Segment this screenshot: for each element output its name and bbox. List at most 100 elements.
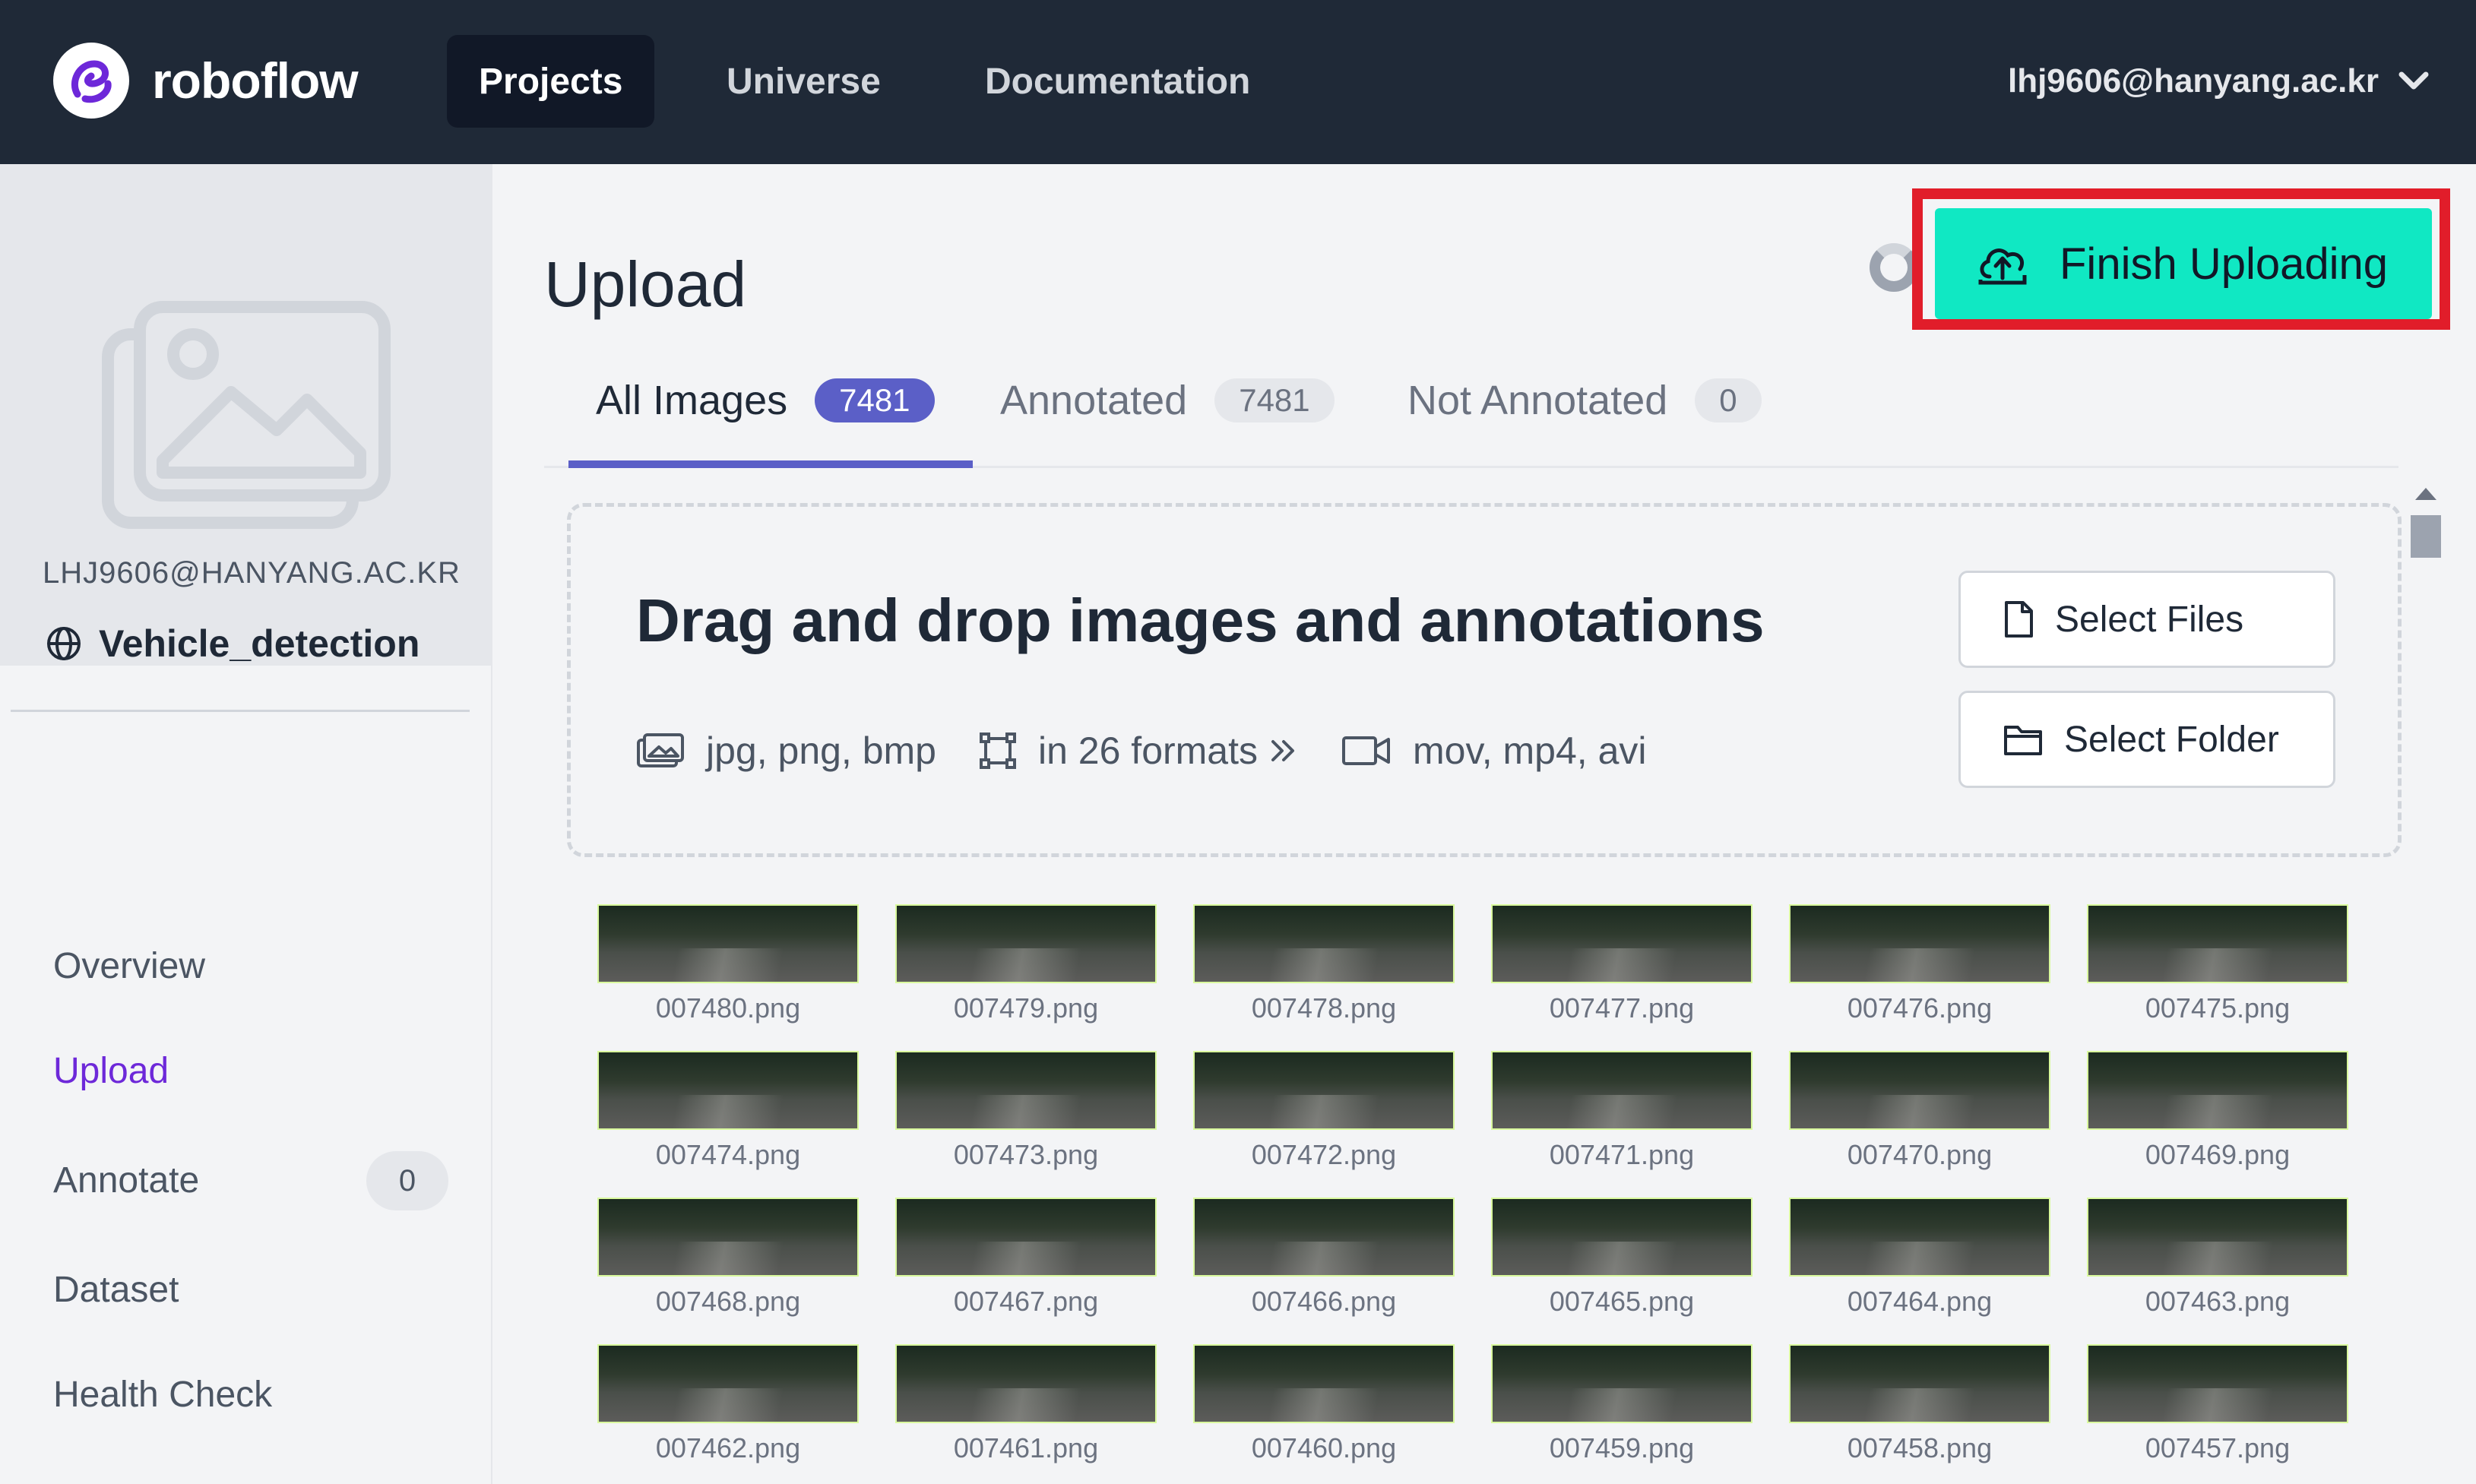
- nav-projects[interactable]: Projects: [447, 35, 655, 128]
- select-files-button[interactable]: Select Files: [1958, 571, 2335, 668]
- brand-name: roboflow: [152, 52, 359, 109]
- image-thumbnail[interactable]: [2087, 1344, 2348, 1423]
- tab-all-images[interactable]: All Images 7481: [596, 377, 935, 424]
- image-thumbnail[interactable]: [1491, 1051, 1753, 1130]
- scroll-thumb[interactable]: [2411, 515, 2441, 558]
- image-tile[interactable]: 007462.png: [597, 1344, 859, 1464]
- format-images-label: jpg, png, bmp: [706, 729, 936, 772]
- image-tile[interactable]: 007471.png: [1491, 1051, 1753, 1171]
- sidebar-item-dataset[interactable]: Dataset: [53, 1269, 179, 1311]
- image-filename: 007457.png: [2145, 1432, 2291, 1463]
- image-filename: 007470.png: [1847, 1139, 1993, 1170]
- image-thumbnail[interactable]: [1789, 904, 2050, 983]
- image-thumbnail[interactable]: [2087, 1198, 2348, 1277]
- project-name[interactable]: Vehicle_detection: [46, 622, 420, 666]
- format-annotations[interactable]: in 26 formats: [979, 729, 1299, 773]
- image-thumbnail[interactable]: [597, 1344, 859, 1423]
- image-tile[interactable]: 007472.png: [1193, 1051, 1455, 1171]
- image-tile[interactable]: 007475.png: [2087, 904, 2348, 1024]
- sidebar-item-annotate[interactable]: Annotate: [53, 1160, 199, 1201]
- format-video-label: mov, mp4, avi: [1413, 729, 1647, 772]
- nav-universe[interactable]: Universe: [727, 35, 881, 128]
- tab-label: Not Annotated: [1407, 378, 1668, 423]
- image-filename: 007460.png: [1251, 1432, 1397, 1463]
- select-files-label: Select Files: [2055, 599, 2244, 640]
- image-thumbnail[interactable]: [597, 904, 859, 983]
- image-thumbnail[interactable]: [895, 1344, 1157, 1423]
- annotate-count-badge: 0: [366, 1151, 448, 1210]
- workspace-name[interactable]: LHJ9606@HANYANG.AC.KR: [43, 556, 461, 590]
- image-tile[interactable]: 007465.png: [1491, 1198, 1753, 1318]
- image-thumbnail[interactable]: [1193, 1198, 1455, 1277]
- image-thumbnail[interactable]: [1193, 1344, 1455, 1423]
- roboflow-logo[interactable]: roboflow: [53, 43, 359, 119]
- supported-formats: jpg, png, bmp in 26 formats mov, mp4, av…: [636, 729, 1689, 773]
- image-thumbnail[interactable]: [1193, 904, 1455, 983]
- image-tile[interactable]: 007476.png: [1789, 904, 2050, 1024]
- image-tile[interactable]: 007477.png: [1491, 904, 1753, 1024]
- sidebar-item-upload[interactable]: Upload: [53, 1050, 169, 1092]
- upload-dropzone[interactable]: Drag and drop images and annotations jpg…: [567, 503, 2402, 857]
- top-nav: roboflow Projects Universe Documentation…: [0, 0, 2476, 164]
- finish-uploading-button[interactable]: Finish Uploading: [1935, 208, 2432, 319]
- select-folder-button[interactable]: Select Folder: [1958, 691, 2335, 788]
- image-tile[interactable]: 007464.png: [1789, 1198, 2050, 1318]
- nav-documentation[interactable]: Documentation: [985, 35, 1250, 128]
- image-tile[interactable]: 007480.png: [597, 904, 859, 1024]
- image-filename: 007479.png: [953, 992, 1099, 1024]
- image-tile[interactable]: 007461.png: [895, 1344, 1157, 1464]
- chevron-down-icon: [2398, 71, 2429, 90]
- image-filename: 007464.png: [1847, 1286, 1993, 1317]
- image-thumbnail[interactable]: [2087, 1051, 2348, 1130]
- scroll-up-arrow-icon[interactable]: [2415, 488, 2436, 500]
- image-placeholder-icon: [102, 301, 391, 529]
- image-thumbnail[interactable]: [597, 1051, 859, 1130]
- image-thumbnail[interactable]: [597, 1198, 859, 1277]
- image-thumbnail[interactable]: [1789, 1198, 2050, 1277]
- image-tile[interactable]: 007459.png: [1491, 1344, 1753, 1464]
- user-menu[interactable]: lhj9606@hanyang.ac.kr: [2008, 62, 2430, 100]
- video-camera-icon: [1342, 736, 1390, 765]
- image-tile[interactable]: 007479.png: [895, 904, 1157, 1024]
- file-icon: [2005, 601, 2033, 638]
- image-thumbnail[interactable]: [1193, 1051, 1455, 1130]
- tab-not-annotated[interactable]: Not Annotated 0: [1407, 377, 1762, 424]
- image-tile[interactable]: 007474.png: [597, 1051, 859, 1171]
- globe-icon: [47, 627, 81, 660]
- image-thumbnail[interactable]: [1491, 1198, 1753, 1277]
- image-filename: 007458.png: [1847, 1432, 1993, 1463]
- project-thumbnail: [0, 164, 492, 666]
- image-tile[interactable]: 007468.png: [597, 1198, 859, 1318]
- image-thumbnail[interactable]: [895, 1051, 1157, 1130]
- image-filename: 007472.png: [1251, 1139, 1397, 1170]
- image-tile[interactable]: 007470.png: [1789, 1051, 2050, 1171]
- project-title: Vehicle_detection: [99, 622, 420, 665]
- sidebar-item-overview[interactable]: Overview: [53, 945, 205, 987]
- image-thumbnail[interactable]: [1491, 1344, 1753, 1423]
- image-tile[interactable]: 007458.png: [1789, 1344, 2050, 1464]
- image-tile[interactable]: 007473.png: [895, 1051, 1157, 1171]
- image-tile[interactable]: 007460.png: [1193, 1344, 1455, 1464]
- format-annotations-label: in 26 formats: [1037, 729, 1258, 772]
- bounding-box-icon: [979, 733, 1016, 769]
- format-images: jpg, png, bmp: [636, 729, 936, 773]
- folder-icon: [2004, 726, 2042, 755]
- image-thumbnail[interactable]: [895, 1198, 1157, 1277]
- active-tab-indicator: [568, 460, 973, 468]
- image-thumbnail[interactable]: [1491, 904, 1753, 983]
- tab-annotated[interactable]: Annotated 7481: [1000, 377, 1335, 424]
- image-thumbnail[interactable]: [1789, 1051, 2050, 1130]
- content-scrollbar[interactable]: [2405, 483, 2447, 1484]
- image-tile[interactable]: 007463.png: [2087, 1198, 2348, 1318]
- sidebar-item-health-check[interactable]: Health Check: [53, 1374, 272, 1416]
- select-folder-label: Select Folder: [2064, 719, 2279, 760]
- image-thumbnail[interactable]: [1789, 1344, 2050, 1423]
- image-tile[interactable]: 007467.png: [895, 1198, 1157, 1318]
- image-tile[interactable]: 007469.png: [2087, 1051, 2348, 1171]
- image-filename: 007468.png: [655, 1286, 801, 1317]
- image-thumbnail[interactable]: [895, 904, 1157, 983]
- image-thumbnail[interactable]: [2087, 904, 2348, 983]
- image-tile[interactable]: 007466.png: [1193, 1198, 1455, 1318]
- image-tile[interactable]: 007457.png: [2087, 1344, 2348, 1464]
- image-tile[interactable]: 007478.png: [1193, 904, 1455, 1024]
